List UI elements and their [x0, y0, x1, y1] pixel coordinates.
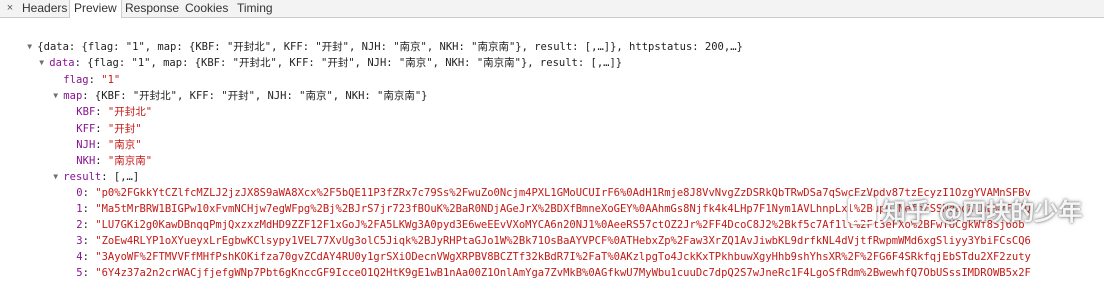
result-item: 0: "p0%2FGkkYtCZlfcMZLJ2jzJX8S9aWA8Xcx%2… [76, 187, 1031, 199]
map-item: NKH: "南京南" [76, 155, 153, 167]
tab-timing[interactable]: Timing [233, 0, 277, 17]
tree-row-data[interactable]: ▼ data: {flag: "1", map: {KBF: "开封北", KFF… [14, 39, 622, 69]
tree-row-map[interactable]: ▼ map: {KBF: "开封北", KFF: "开封", NJH: "南京",… [28, 72, 427, 102]
tree-row-flag: flag: "1" [63, 74, 121, 86]
watermark: 知乎 @四块的少年 [848, 192, 1082, 227]
map-item: KFF: "开封" [76, 123, 142, 135]
devtools-tab-bar: × Headers Preview Response Cookies Timin… [0, 0, 1104, 18]
zhihu-logo-icon [848, 196, 876, 224]
tab-response[interactable]: Response [121, 0, 183, 17]
watermark-text: 知乎 @四块的少年 [882, 198, 1083, 226]
tab-preview[interactable]: Preview [69, 0, 122, 18]
tab-cookies[interactable]: Cookies [181, 0, 232, 17]
close-icon[interactable]: × [3, 1, 17, 15]
tab-headers[interactable]: Headers [18, 0, 71, 17]
tree-row-root[interactable]: ▼ {data: {flag: "1", map: {KBF: "开封北", KF… [2, 23, 743, 53]
result-item: 4: "3AyoWF%2FTMVVFfMHfPshKOKifza70gvZCdA… [76, 251, 1031, 263]
data-summary: {flag: "1", map: {KBF: "开封北", KFF: "开封",… [87, 57, 623, 69]
map-item: NJH: "南京" [76, 139, 142, 151]
map-item: KBF: "开封北" [76, 106, 153, 118]
tree-row-result[interactable]: ▼ result: [,…] [28, 153, 139, 183]
result-value: "6Y4z37a2n2crWACjfjefgWNp7Pbt6gKnccGF9Ic… [95, 267, 1031, 279]
result-item: 5: "6Y4z37a2n2crWACjfjefgWNp7Pbt6gKnccGF… [76, 267, 1031, 279]
